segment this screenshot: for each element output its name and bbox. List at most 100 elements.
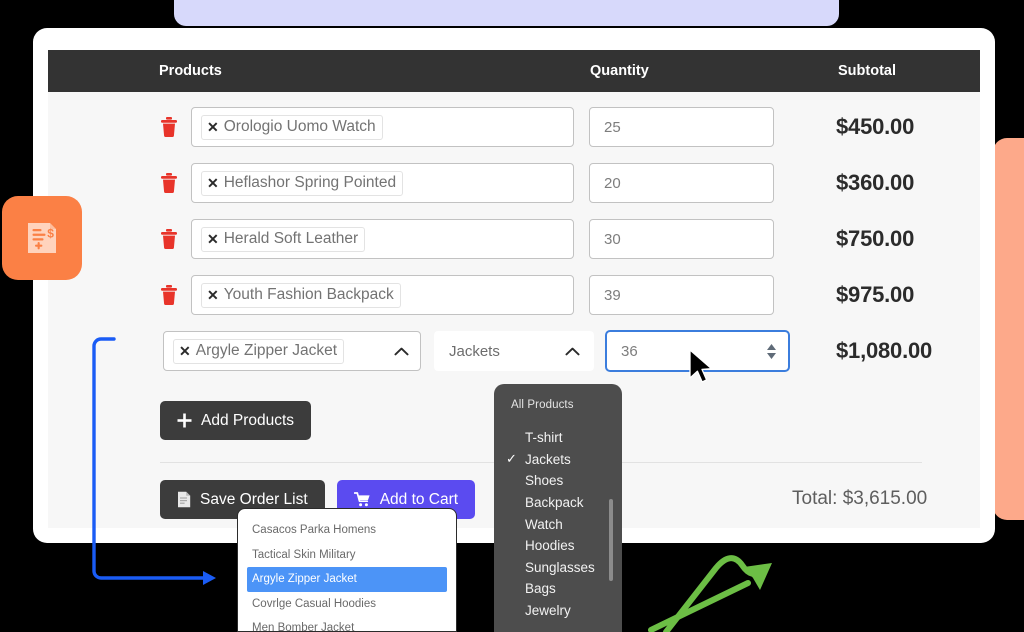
product-input[interactable]: ✕ Herald Soft Leather [191, 219, 574, 259]
category-value: Jackets [449, 342, 500, 360]
add-products-wrapper: Add Products [160, 401, 312, 440]
quantity-input[interactable]: 25 [589, 107, 774, 147]
svg-text:$: $ [47, 227, 54, 241]
order-total: Total: $3,615.00 [792, 488, 928, 509]
remove-product-icon[interactable]: ✕ [179, 344, 191, 358]
category-option-shoes[interactable]: Shoes [494, 470, 622, 492]
stepper-up-icon[interactable] [767, 343, 776, 350]
suggestion-item[interactable]: Casacos Parka Homens [238, 518, 456, 543]
stepper-down-icon[interactable] [767, 352, 776, 359]
suggestion-label: Argyle Zipper Jacket [252, 573, 357, 586]
suggestion-item-selected[interactable]: Argyle Zipper Jacket [247, 567, 447, 592]
product-input[interactable]: ✕ Youth Fashion Backpack [191, 275, 574, 315]
table-row: ✕ Youth Fashion Backpack 39 $975.00 [48, 267, 980, 323]
category-option-label: Sunglasses [525, 559, 595, 575]
row-subtotal: $750.00 [836, 226, 915, 251]
remove-product-icon[interactable]: ✕ [207, 120, 219, 134]
delete-row-icon[interactable] [160, 173, 178, 193]
shopping-cart-icon [353, 492, 370, 507]
row-subtotal: $360.00 [836, 170, 915, 195]
product-tag: ✕ Argyle Zipper Jacket [173, 338, 345, 364]
category-option-jackets[interactable]: ✓ Jackets [494, 449, 622, 471]
delete-row-icon[interactable] [160, 285, 178, 305]
invoice-badge: $ [2, 196, 82, 280]
suggestion-label: Men Bomber Jacket [252, 622, 355, 632]
column-header-quantity: Quantity [590, 63, 649, 79]
category-option-jewelry[interactable]: Jewelry [494, 600, 622, 622]
category-dropdown-menu: All Products T-shirt ✓ Jackets Shoes Bac… [494, 384, 622, 632]
quantity-input[interactable]: 30 [589, 219, 774, 259]
blue-connector-arrowhead [203, 571, 216, 585]
category-option-bags[interactable]: Bags [494, 578, 622, 600]
row-subtotal: $975.00 [836, 282, 915, 307]
add-to-cart-label: Add to Cart [379, 490, 459, 508]
table-header-row: Products Quantity Subtotal [48, 50, 980, 92]
product-tag: ✕ Youth Fashion Backpack [201, 282, 401, 308]
document-icon [178, 491, 191, 508]
suggestion-item[interactable]: Tactical Skin Military [238, 543, 456, 568]
suggestion-label: Tactical Skin Military [252, 548, 356, 561]
invoice-icon: $ [28, 223, 56, 253]
category-option-backpack[interactable]: Backpack [494, 492, 622, 514]
suggestion-label: Covrlge Casual Hoodies [252, 597, 377, 610]
growth-arrow-tail [648, 580, 751, 632]
category-option-label: Bags [525, 581, 556, 597]
row-subtotal: $450.00 [836, 114, 915, 139]
order-rows: ✕ Orologio Uomo Watch 25 $450.00 ✕ Hefla… [48, 92, 980, 379]
category-option-label: Backpack [525, 495, 584, 511]
add-products-button[interactable]: Add Products [160, 401, 312, 440]
product-name: Youth Fashion Backpack [223, 285, 394, 303]
growth-arrow-line [663, 555, 767, 632]
dropdown-pointer [540, 384, 560, 385]
chevron-up-icon[interactable] [394, 347, 409, 356]
decorative-salmon-bar [993, 138, 1024, 520]
mouse-cursor [689, 349, 713, 383]
column-header-subtotal: Subtotal [838, 63, 896, 79]
delete-row-icon[interactable] [160, 229, 178, 249]
category-option-label: Jackets [525, 451, 571, 467]
save-order-list-label: Save Order List [200, 490, 308, 508]
suggestion-item[interactable]: Men Bomber Jacket [238, 616, 456, 632]
quantity-input[interactable]: 20 [589, 163, 774, 203]
remove-product-icon[interactable]: ✕ [207, 232, 219, 246]
product-name: Heflashor Spring Pointed [223, 173, 397, 191]
table-row: ✕ Orologio Uomo Watch 25 $450.00 [48, 99, 980, 155]
remove-product-icon[interactable]: ✕ [207, 288, 219, 302]
screenshot-stage: $ Products Quantity Subtotal ✕ Orologio … [0, 0, 1024, 632]
category-option-label: Jewelry [525, 603, 571, 619]
category-option-hoodies[interactable]: Hoodies [494, 535, 622, 557]
category-select[interactable]: Jackets [434, 331, 594, 371]
chevron-up-icon[interactable] [565, 347, 580, 356]
delete-row-icon[interactable] [160, 117, 178, 137]
product-input[interactable]: ✕ Orologio Uomo Watch [191, 107, 574, 147]
quantity-stepper[interactable] [767, 343, 776, 359]
category-option-sunglasses[interactable]: Sunglasses [494, 557, 622, 579]
table-row: ✕ Herald Soft Leather 30 $750.00 [48, 211, 980, 267]
suggestion-item[interactable]: Covrlge Casual Hoodies [238, 592, 456, 617]
category-option-t-shirt[interactable]: T-shirt [494, 427, 622, 449]
table-row: ✕ Heflashor Spring Pointed 20 $360.00 [48, 155, 980, 211]
category-menu-header: All Products [511, 399, 574, 411]
product-name: Argyle Zipper Jacket [195, 341, 338, 359]
dropdown-scrollbar[interactable] [609, 499, 613, 581]
product-tag: ✕ Heflashor Spring Pointed [201, 170, 404, 196]
quantity-input[interactable]: 39 [589, 275, 774, 315]
category-option-label: Hoodies [525, 538, 575, 554]
category-options-list: T-shirt ✓ Jackets Shoes Backpack Watch H… [494, 427, 622, 621]
suggestion-label: Casacos Parka Homens [252, 524, 376, 537]
product-name: Herald Soft Leather [223, 229, 359, 247]
category-option-label: Watch [525, 516, 563, 532]
decorative-lavender-bar [174, 0, 839, 26]
product-select-active[interactable]: ✕ Argyle Zipper Jacket [163, 331, 421, 371]
category-option-watch[interactable]: Watch [494, 513, 622, 535]
category-option-label: Shoes [525, 473, 564, 489]
growth-arrow-head [744, 563, 772, 590]
plus-icon [177, 413, 192, 428]
category-option-label: T-shirt [525, 430, 563, 446]
product-tag: ✕ Orologio Uomo Watch [201, 114, 383, 140]
product-input[interactable]: ✕ Heflashor Spring Pointed [191, 163, 574, 203]
remove-product-icon[interactable]: ✕ [207, 176, 219, 190]
column-header-products: Products [159, 63, 222, 79]
check-icon: ✓ [506, 451, 517, 467]
row-subtotal: $1,080.00 [836, 338, 933, 363]
